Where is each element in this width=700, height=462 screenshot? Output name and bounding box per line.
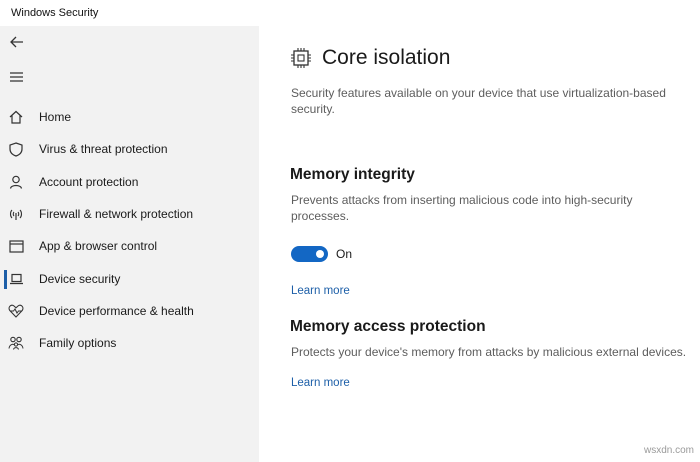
sidebar-item-label: Family options xyxy=(39,336,117,350)
windows-security-window: Windows Security Home Virus & threat pro… xyxy=(0,0,700,462)
memory-integrity-description: Prevents attacks from inserting maliciou… xyxy=(291,193,633,223)
sidebar-item-label: Home xyxy=(39,110,72,124)
back-arrow-icon xyxy=(10,36,23,48)
shield-icon xyxy=(8,141,24,157)
memory-integrity-heading: Memory integrity xyxy=(290,166,415,183)
family-icon xyxy=(8,335,24,351)
sidebar-item-home[interactable]: Home xyxy=(0,102,259,132)
home-icon xyxy=(8,109,24,125)
sidebar-item-device-security[interactable]: Device security xyxy=(0,264,259,294)
page-header: Core isolation xyxy=(290,46,450,70)
back-button[interactable] xyxy=(6,31,28,53)
page-description: Security features available on your devi… xyxy=(291,86,666,116)
window-title: Windows Security xyxy=(11,7,99,19)
sidebar-item-label: App & browser control xyxy=(39,239,158,253)
wifi-icon xyxy=(8,206,24,222)
hamburger-menu-icon xyxy=(10,72,23,82)
heart-icon xyxy=(8,303,24,319)
page-title: Core isolation xyxy=(322,46,451,69)
laptop-icon xyxy=(8,271,24,287)
person-icon xyxy=(8,174,24,190)
browser-window-icon xyxy=(8,238,24,254)
sidebar-item-label: Firewall & network protection xyxy=(39,207,194,221)
sidebar-item-virus-threat-protection[interactable]: Virus & threat protection xyxy=(0,134,259,164)
menu-button[interactable] xyxy=(6,66,28,88)
selection-indicator xyxy=(4,270,7,289)
sidebar-item-label: Device security xyxy=(39,272,121,286)
chip-icon xyxy=(291,48,311,68)
toggle-knob xyxy=(316,250,324,258)
sidebar-item-firewall-network-protection[interactable]: Firewall & network protection xyxy=(0,199,259,229)
memory-access-protection-heading: Memory access protection xyxy=(290,318,486,335)
sidebar-item-label: Account protection xyxy=(39,175,139,189)
main-content: Core isolation Security features availab… xyxy=(259,26,700,462)
sidebar: Home Virus & threat protection Account p… xyxy=(0,26,259,462)
watermark: wsxdn.com xyxy=(643,445,694,456)
sidebar-item-account-protection[interactable]: Account protection xyxy=(0,167,259,197)
memory-integrity-toggle[interactable] xyxy=(291,246,328,262)
title-bar: Windows Security xyxy=(0,0,700,26)
memory-integrity-learn-more-link[interactable]: Learn more xyxy=(291,285,350,297)
sidebar-item-family-options[interactable]: Family options xyxy=(0,328,259,358)
toggle-state-label: On xyxy=(336,247,353,261)
sidebar-item-app-browser-control[interactable]: App & browser control xyxy=(0,231,259,261)
sidebar-item-label: Device performance & health xyxy=(39,304,194,318)
memory-access-protection-description: Protects your device's memory from attac… xyxy=(291,345,687,359)
memory-access-learn-more-link[interactable]: Learn more xyxy=(291,377,350,389)
sidebar-item-device-performance-health[interactable]: Device performance & health xyxy=(0,296,259,326)
sidebar-item-label: Virus & threat protection xyxy=(39,142,168,156)
